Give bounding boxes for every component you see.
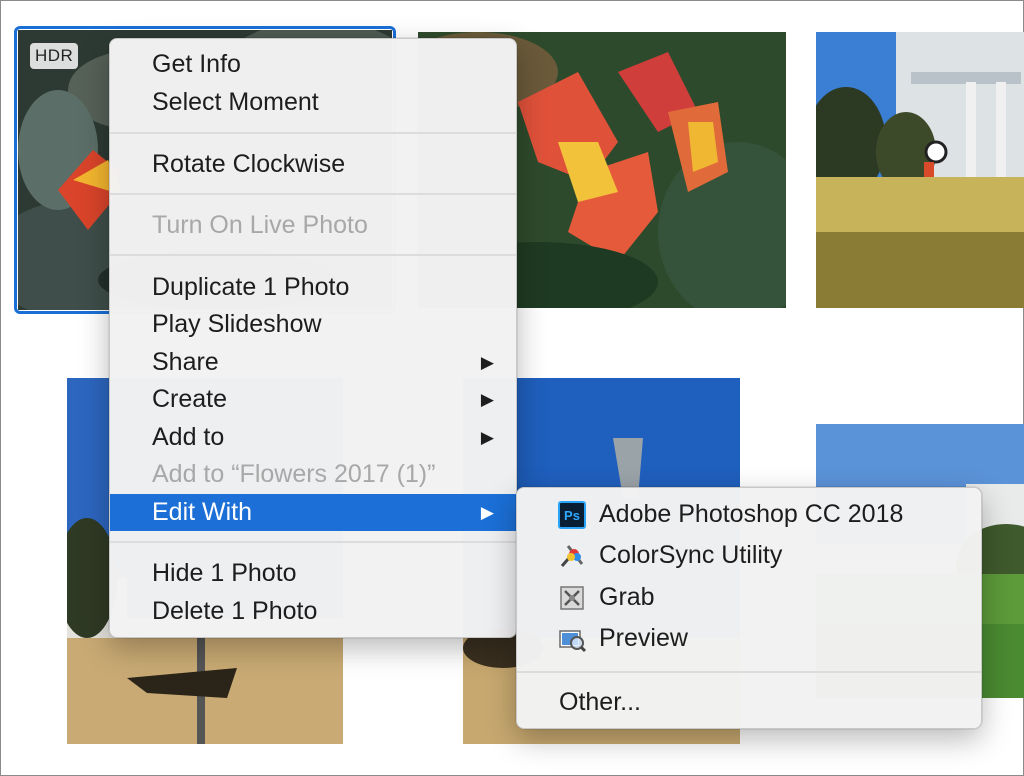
submenu-arrow-icon: ▶ [480,503,494,522]
menu-item-delete-photo[interactable]: Delete 1 Photo [110,593,516,630]
photoshop-icon: Ps [558,501,586,529]
menu-item-get-info[interactable]: Get Info [110,46,516,83]
menu-item-label: Add to “Flowers 2017 (1)” [152,460,436,488]
submenu-item-label: Other... [559,688,641,716]
submenu-item-preview[interactable]: Preview [517,618,981,658]
menu-item-turn-on-live-photo: Turn On Live Photo [110,207,516,244]
submenu-item-label: Grab [599,583,655,611]
menu-item-label: Add to [152,423,225,451]
edit-with-submenu: Ps Adobe Photoshop CC 2018 ColorSync Uti… [516,487,982,729]
menu-item-add-to[interactable]: Add to ▶ [110,419,516,456]
menu-separator [110,132,516,134]
menu-item-label: Turn On Live Photo [152,211,368,239]
grab-icon [558,584,586,612]
menu-separator [110,541,516,543]
photoshop-icon-text: Ps [564,508,580,523]
menu-item-label: Duplicate 1 Photo [152,273,350,301]
menu-item-play-slideshow[interactable]: Play Slideshow [110,306,516,343]
menu-separator [110,254,516,256]
submenu-separator [517,671,981,673]
menu-item-edit-with[interactable]: Edit With ▶ [110,494,516,531]
menu-separator [110,193,516,195]
menu-item-label: Delete 1 Photo [152,597,318,625]
submenu-item-label: Preview [599,624,688,652]
menu-item-create[interactable]: Create ▶ [110,381,516,418]
submenu-item-colorsync-utility[interactable]: ColorSync Utility [517,535,981,575]
submenu-item-grab[interactable]: Grab [517,577,981,617]
menu-item-share[interactable]: Share ▶ [110,344,516,381]
submenu-item-photoshop[interactable]: Ps Adobe Photoshop CC 2018 [517,494,981,534]
menu-item-add-to-album: Add to “Flowers 2017 (1)” [110,456,516,493]
hdr-badge: HDR [30,43,79,69]
menu-item-rotate-clockwise[interactable]: Rotate Clockwise [110,146,516,183]
colorsync-utility-icon [558,542,586,570]
submenu-item-other[interactable]: Other... [517,682,981,722]
menu-item-select-moment[interactable]: Select Moment [110,84,516,121]
menu-item-hide-photo[interactable]: Hide 1 Photo [110,555,516,592]
submenu-arrow-icon: ▶ [480,353,494,372]
submenu-item-label: ColorSync Utility [599,541,783,569]
menu-item-label: Select Moment [152,88,319,116]
submenu-arrow-icon: ▶ [480,390,494,409]
photo-thumbnail-building-lawn[interactable] [816,32,1024,308]
menu-item-label: Rotate Clockwise [152,150,346,178]
menu-item-label: Create [152,385,228,413]
menu-item-label: Hide 1 Photo [152,559,297,587]
photo-context-menu: Get Info Select Moment Rotate Clockwise … [109,38,517,638]
menu-item-duplicate-photo[interactable]: Duplicate 1 Photo [110,269,516,306]
submenu-item-label: Adobe Photoshop CC 2018 [599,500,904,528]
preview-icon [558,625,587,653]
submenu-arrow-icon: ▶ [480,428,494,447]
menu-item-label: Edit With [152,498,253,526]
menu-item-label: Get Info [152,50,241,78]
menu-item-label: Share [152,348,219,376]
menu-item-label: Play Slideshow [152,310,322,338]
